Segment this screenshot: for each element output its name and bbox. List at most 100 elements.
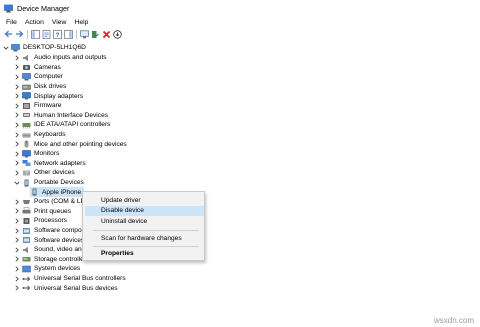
context-menu-uninstall-device[interactable]: Uninstall device — [85, 217, 204, 227]
chevron-right-icon[interactable] — [14, 92, 20, 100]
tree-item-ide[interactable]: IDE ATA/ATAPI controllers — [14, 120, 110, 130]
properties-icon — [42, 29, 50, 39]
chevron-right-icon[interactable] — [14, 255, 20, 263]
software-component-icon — [22, 227, 31, 235]
forward-button[interactable] — [14, 29, 24, 39]
chevron-right-icon[interactable] — [14, 217, 20, 225]
update-driver-icon — [91, 30, 99, 38]
context-menu-scan-hardware[interactable]: Scan for hardware changes — [85, 233, 204, 243]
tree-item-label: Universal Serial Bus devices — [34, 284, 118, 292]
chevron-right-icon[interactable] — [14, 159, 20, 167]
tree-item-system-devices[interactable]: System devices — [14, 264, 80, 274]
network-icon — [22, 159, 31, 167]
tree-item-label: Print queues — [34, 207, 72, 215]
tree-item-apple-iphone[interactable]: Apple iPhone — [30, 187, 85, 197]
chevron-right-icon[interactable] — [14, 284, 20, 292]
chevron-right-icon[interactable] — [14, 236, 20, 244]
menu-help[interactable]: Help — [70, 19, 92, 26]
tree-item-label: Other devices — [34, 169, 75, 177]
tree-item-usb-devices[interactable]: Universal Serial Bus devices — [14, 283, 118, 293]
chevron-right-icon[interactable] — [14, 227, 20, 235]
show-hide-console-tree-button[interactable] — [30, 29, 40, 39]
tree-item-label: Computer — [34, 73, 63, 81]
action-pane-icon — [63, 29, 73, 39]
menu-action[interactable]: Action — [21, 19, 48, 26]
help-button[interactable]: ? — [52, 29, 62, 39]
tree-item-label: Audio inputs and outputs — [34, 54, 107, 62]
tree-item-display-adapters[interactable]: Display adapters — [14, 91, 83, 101]
chevron-right-icon[interactable] — [14, 246, 20, 254]
uninstall-button[interactable] — [101, 29, 111, 39]
toolbar-separator — [76, 29, 77, 39]
tree-item-firmware[interactable]: Firmware — [14, 101, 61, 111]
tree-root-label: DESKTOP-5LH1Q6D — [23, 44, 86, 52]
menu-bar: File Action View Help — [0, 17, 480, 28]
chevron-right-icon[interactable] — [14, 207, 20, 215]
storage-icon — [22, 255, 31, 263]
tree-item-mice[interactable]: Mice and other pointing devices — [14, 139, 127, 149]
tree-item-keyboards[interactable]: Keyboards — [14, 130, 66, 140]
chevron-right-icon[interactable] — [14, 169, 20, 177]
other-device-icon: ? — [22, 169, 31, 177]
tree-item-print-queues[interactable]: Print queues — [14, 207, 71, 217]
svg-text:?: ? — [55, 32, 59, 39]
tree-item-software-devices[interactable]: Software devices — [14, 235, 84, 245]
chevron-down-icon[interactable] — [14, 179, 20, 187]
tree-item-portable[interactable]: Portable Devices — [14, 178, 84, 188]
update-driver-button[interactable] — [90, 29, 100, 39]
tree-item-usb-controllers[interactable]: Universal Serial Bus controllers — [14, 274, 126, 284]
disable-button[interactable] — [112, 29, 122, 39]
tree-item-monitors[interactable]: Monitors — [14, 149, 59, 159]
tree-item-hid[interactable]: Human Interface Devices — [14, 111, 108, 121]
tree-item-other[interactable]: ? Other devices — [14, 168, 75, 178]
tree-item-label: Universal Serial Bus controllers — [34, 275, 126, 283]
chevron-right-icon[interactable] — [14, 275, 20, 283]
context-menu-update-driver[interactable]: Update driver — [85, 195, 204, 205]
toolbar-separator — [27, 29, 28, 39]
scan-hardware-button[interactable] — [79, 29, 89, 39]
chevron-right-icon[interactable] — [14, 73, 20, 81]
chevron-right-icon[interactable] — [14, 198, 20, 206]
window-title: Device Manager — [17, 4, 70, 13]
tree-item-sound[interactable]: Sound, video and — [14, 245, 85, 255]
system-icon — [22, 265, 31, 273]
tree-item-computer[interactable]: Computer — [14, 72, 63, 82]
tree-item-label: Network adapters — [34, 159, 86, 167]
disk-icon — [22, 83, 31, 91]
tree-item-cameras[interactable]: Cameras — [14, 63, 61, 73]
chevron-right-icon[interactable] — [14, 131, 20, 139]
tree-root[interactable]: DESKTOP-5LH1Q6D — [3, 43, 86, 53]
chevron-right-icon[interactable] — [14, 63, 20, 71]
tree-item-software-components[interactable]: Software compor — [14, 226, 84, 236]
tree-item-label: Disk drives — [34, 83, 67, 91]
tree-item-label: Storage controlle — [34, 255, 84, 263]
arrow-left-icon — [4, 30, 12, 38]
tree-item-ports[interactable]: Ports (COM & LP — [14, 197, 85, 207]
chevron-right-icon[interactable] — [14, 83, 20, 91]
tree-item-audio[interactable]: Audio inputs and outputs — [14, 53, 107, 63]
chevron-right-icon[interactable] — [14, 54, 20, 62]
context-menu-disable-device[interactable]: Disable device — [85, 205, 204, 216]
chevron-right-icon[interactable] — [14, 265, 20, 273]
chevron-right-icon[interactable] — [14, 150, 20, 158]
menu-view[interactable]: View — [48, 19, 71, 26]
chevron-right-icon[interactable] — [14, 111, 20, 119]
firmware-icon — [22, 102, 31, 110]
tree-item-disk-drives[interactable]: Disk drives — [14, 82, 66, 92]
menu-file[interactable]: File — [0, 19, 21, 26]
tree-item-processors[interactable]: Processors — [14, 216, 67, 226]
printer-icon — [22, 207, 31, 215]
chevron-down-icon[interactable] — [3, 44, 9, 52]
disable-icon — [112, 29, 122, 39]
tree-item-label: System devices — [34, 265, 81, 273]
tree-item-network[interactable]: Network adapters — [14, 159, 86, 169]
back-button[interactable] — [3, 29, 13, 39]
properties-button[interactable] — [41, 29, 51, 39]
usb-icon — [22, 275, 31, 283]
chevron-right-icon[interactable] — [14, 140, 20, 148]
chevron-right-icon[interactable] — [14, 102, 20, 110]
context-menu-properties[interactable]: Properties — [85, 248, 204, 258]
chevron-right-icon[interactable] — [14, 121, 20, 129]
action-pane-button[interactable] — [63, 29, 73, 39]
tree-item-storage[interactable]: Storage controlle — [14, 255, 84, 265]
